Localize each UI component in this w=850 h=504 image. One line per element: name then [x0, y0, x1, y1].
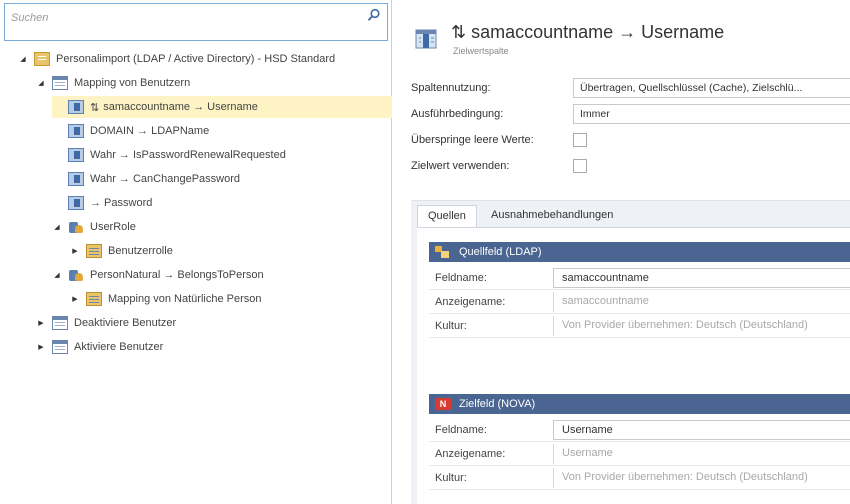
- expand-arrow-icon[interactable]: ▶: [36, 342, 46, 352]
- tree-item-label: Mapping von Benutzern: [74, 77, 191, 89]
- source-group-title: Quellfeld (LDAP): [459, 246, 542, 258]
- tree-item-password[interactable]: → Password: [52, 192, 152, 214]
- tree-item-label: UserRole: [90, 221, 136, 233]
- table-icon: [52, 76, 68, 90]
- tree-item-label: Wahr → CanChangePassword: [90, 173, 240, 185]
- ldap-icon: [435, 246, 451, 258]
- spaltennutzung-label: Spaltennutzung:: [411, 82, 491, 94]
- page-title: ⇅ samaccountname → Username: [451, 22, 725, 42]
- tree-item-label: Deaktiviere Benutzer: [74, 317, 177, 329]
- source-kultur-label: Kultur:: [435, 320, 467, 332]
- expand-arrow-icon[interactable]: ▶: [36, 318, 46, 328]
- tree-item-label: DOMAIN → LDAPName: [90, 125, 210, 137]
- tree-item-label: → Password: [90, 197, 153, 209]
- tree-item-samaccountname[interactable]: ⇅ samaccountname → Username: [52, 96, 392, 118]
- table-icon: [86, 244, 102, 258]
- expand-arrow-icon[interactable]: ▶: [70, 246, 80, 256]
- target-feldname-label: Feldname:: [435, 424, 487, 436]
- tree-item-userrole[interactable]: ◢ UserRole: [52, 216, 136, 238]
- tree-item-wahr-passwordrenewal[interactable]: Wahr → IsPasswordRenewalRequested: [52, 144, 286, 166]
- ausfuehrbedingung-field[interactable]: Immer: [573, 104, 850, 124]
- tree-item-deaktiviere[interactable]: ▶ Deaktiviere Benutzer: [36, 312, 176, 334]
- role-icon: [68, 268, 84, 282]
- source-anzeigename-row: Anzeigename: samaccountname: [429, 290, 850, 314]
- target-anzeigename-label: Anzeigename:: [435, 448, 506, 460]
- tree-item-label: Wahr → IsPasswordRenewalRequested: [90, 149, 286, 161]
- ueberspringe-label: Überspringe leere Werte:: [411, 134, 534, 146]
- source-feldname-row: Feldname: samaccountname: [429, 266, 850, 290]
- ausfuehrbedingung-label: Ausführbedingung:: [411, 108, 504, 120]
- tab-ausnahmebehandlungen[interactable]: Ausnahmebehandlungen: [481, 205, 623, 227]
- tree-item-label: samaccountname → Username: [103, 101, 258, 113]
- mapping-icon: [68, 124, 84, 138]
- tree-item-personnatural[interactable]: ◢ PersonNatural → BelongsToPerson: [52, 264, 264, 286]
- zielwert-checkbox[interactable]: [573, 159, 587, 173]
- source-kultur-row: Kultur: Von Provider übernehmen: Deutsch…: [429, 314, 850, 338]
- source-kultur-field[interactable]: Von Provider übernehmen: Deutsch (Deutsc…: [553, 316, 850, 336]
- collapse-arrow-icon[interactable]: ◢: [18, 54, 28, 64]
- search-icon[interactable]: [367, 8, 381, 22]
- mapping-column-icon: [415, 29, 437, 49]
- mapping-icon: [68, 148, 84, 162]
- source-group-header: Quellfeld (LDAP): [429, 242, 850, 262]
- search-input[interactable]: [11, 8, 351, 28]
- detail-panel: ⇅ samaccountname → Username Zielwertspal…: [393, 0, 850, 504]
- mapping-icon: [68, 172, 84, 186]
- collapse-arrow-icon[interactable]: ◢: [36, 78, 46, 88]
- table-icon: [52, 340, 68, 354]
- spaltennutzung-field[interactable]: Übertragen, Quellschlüssel (Cache), Ziel…: [573, 78, 850, 98]
- expand-arrow-icon[interactable]: ▶: [70, 294, 80, 304]
- target-kultur-label: Kultur:: [435, 472, 467, 484]
- zielwert-label: Zielwert verwenden:: [411, 160, 510, 172]
- collapse-arrow-icon[interactable]: ◢: [52, 222, 62, 232]
- tree-item-label: Benutzerrolle: [108, 245, 173, 257]
- tree-item-domain[interactable]: DOMAIN → LDAPName: [52, 120, 209, 142]
- tree-item-root[interactable]: ◢ Personalimport (LDAP / Active Director…: [18, 48, 335, 70]
- tree-item-label: PersonNatural → BelongsToPerson: [90, 269, 264, 281]
- search-box[interactable]: [4, 3, 388, 41]
- tree-item-label: Aktiviere Benutzer: [74, 341, 164, 353]
- target-group-title: Zielfeld (NOVA): [459, 398, 536, 410]
- collapse-arrow-icon[interactable]: ◢: [52, 270, 62, 280]
- tree-item-label: Personalimport (LDAP / Active Directory)…: [56, 53, 336, 65]
- tree-item-wahr-changepassword[interactable]: Wahr → CanChangePassword: [52, 168, 240, 190]
- tree-item-prefix: ⇅: [90, 101, 100, 114]
- role-icon: [68, 220, 84, 234]
- table-icon: [52, 316, 68, 330]
- target-kultur-field[interactable]: Von Provider übernehmen: Deutsch (Deutsc…: [553, 468, 850, 488]
- table-icon: [86, 292, 102, 306]
- target-feldname-field[interactable]: Username: [553, 420, 850, 440]
- tree-item-benutzerrolle[interactable]: ▶ Benutzerrolle: [70, 240, 173, 262]
- source-anzeigename-field[interactable]: samaccountname: [553, 292, 850, 312]
- target-feldname-row: Feldname: Username: [429, 418, 850, 442]
- source-feldname-label: Feldname:: [435, 272, 487, 284]
- tree-item-mapping-natural[interactable]: ▶ Mapping von Natürliche Person: [70, 288, 261, 310]
- tabs-area: Quellen Ausnahmebehandlungen Quellfeld (…: [411, 200, 850, 504]
- tree-item-aktiviere[interactable]: ▶ Aktiviere Benutzer: [36, 336, 163, 358]
- tree-item-label: Mapping von Natürliche Person: [108, 293, 262, 305]
- tab-quellen[interactable]: Quellen: [417, 205, 477, 227]
- mapping-icon: [68, 196, 84, 210]
- import-icon: [34, 52, 50, 66]
- ueberspringe-checkbox[interactable]: [573, 133, 587, 147]
- tree-panel: ◢ Personalimport (LDAP / Active Director…: [0, 0, 392, 504]
- target-kultur-row: Kultur: Von Provider übernehmen: Deutsch…: [429, 466, 850, 490]
- source-anzeigename-label: Anzeigename:: [435, 296, 506, 308]
- source-feldname-field[interactable]: samaccountname: [553, 268, 850, 288]
- nova-icon: N: [435, 398, 451, 410]
- page-subtitle: Zielwertspalte: [453, 46, 509, 56]
- target-group-header: N Zielfeld (NOVA): [429, 394, 850, 414]
- target-anzeigename-field[interactable]: Username: [553, 444, 850, 464]
- tab-content-quellen: Quellfeld (LDAP) Feldname: samaccountnam…: [417, 227, 850, 504]
- tree-item-mapping-users[interactable]: ◢ Mapping von Benutzern: [36, 72, 190, 94]
- target-anzeigename-row: Anzeigename: Username: [429, 442, 850, 466]
- mapping-icon: [68, 100, 84, 114]
